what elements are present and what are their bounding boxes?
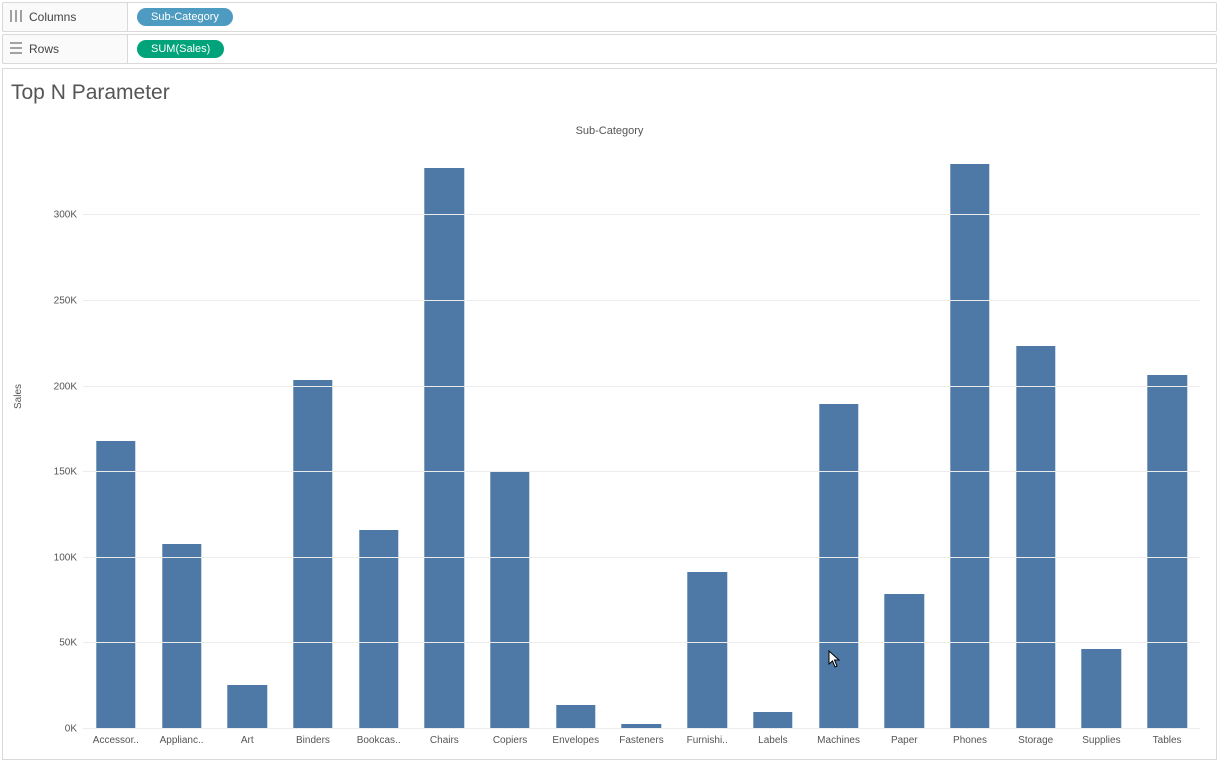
bar[interactable] <box>753 712 792 729</box>
gridline <box>83 471 1200 472</box>
gridline <box>83 642 1200 643</box>
x-axis-label: Labels <box>740 735 806 746</box>
x-axis-label: Tables <box>1134 735 1200 746</box>
x-axis-label: Paper <box>871 735 937 746</box>
x-axis-label: Machines <box>806 735 872 746</box>
x-axis-label: Art <box>214 735 280 746</box>
chart-title: Sub-Category <box>3 125 1216 137</box>
x-axis-label: Supplies <box>1069 735 1135 746</box>
bar[interactable] <box>359 530 398 729</box>
rows-shelf-label: Rows <box>2 34 128 64</box>
rows-label-text: Rows <box>29 42 59 56</box>
columns-shelf-label: Columns <box>2 2 128 32</box>
bar[interactable] <box>556 705 595 729</box>
plot-area[interactable]: Accessor..Applianc..ArtBindersBookcas..C… <box>83 147 1200 729</box>
gridline <box>83 386 1200 387</box>
y-axis-tick: 250K <box>54 296 77 307</box>
y-axis-tick: 150K <box>54 467 77 478</box>
y-axis-title: Sales <box>13 384 24 409</box>
bar[interactable] <box>1147 375 1186 729</box>
bar[interactable] <box>950 164 989 729</box>
x-axis-label: Bookcas.. <box>346 735 412 746</box>
y-axis-tick: 200K <box>54 381 77 392</box>
x-axis-label: Binders <box>280 735 346 746</box>
x-axis-label: Copiers <box>477 735 543 746</box>
gridline <box>83 214 1200 215</box>
y-axis-tick: 0K <box>65 724 77 735</box>
bar[interactable] <box>885 594 924 729</box>
bar[interactable] <box>425 168 464 729</box>
bar[interactable] <box>687 572 726 729</box>
x-axis-label: Applianc.. <box>149 735 215 746</box>
gridline <box>83 557 1200 558</box>
x-axis-label: Accessor.. <box>83 735 149 746</box>
x-axis-label: Furnishi.. <box>674 735 740 746</box>
columns-pill-subcategory[interactable]: Sub-Category <box>137 8 233 26</box>
columns-shelf[interactable]: Columns Sub-Category <box>2 2 1217 32</box>
bar[interactable] <box>1016 346 1055 729</box>
bar[interactable] <box>228 685 267 730</box>
columns-label-text: Columns <box>29 10 76 24</box>
bar[interactable] <box>1082 649 1121 729</box>
y-axis-tick: 300K <box>54 210 77 221</box>
bar[interactable] <box>490 472 529 729</box>
y-axis-tick: 50K <box>59 638 77 649</box>
gridline <box>83 728 1200 729</box>
bar[interactable] <box>293 380 332 729</box>
chart-view[interactable]: Top N Parameter Sub-Category Sales Acces… <box>2 68 1217 760</box>
x-axis-label: Phones <box>937 735 1003 746</box>
page-title: Top N Parameter <box>11 81 170 105</box>
rows-shelf[interactable]: Rows SUM(Sales) <box>2 34 1217 64</box>
bar[interactable] <box>162 544 201 729</box>
rows-pill-sum-sales[interactable]: SUM(Sales) <box>137 40 224 58</box>
y-axis-tick: 100K <box>54 552 77 563</box>
x-axis-label: Envelopes <box>543 735 609 746</box>
rows-icon <box>9 41 23 58</box>
bar[interactable] <box>96 441 135 729</box>
x-axis-label: Fasteners <box>609 735 675 746</box>
x-axis-label: Chairs <box>412 735 478 746</box>
bar[interactable] <box>819 404 858 729</box>
x-axis-label: Storage <box>1003 735 1069 746</box>
columns-icon <box>9 9 23 26</box>
gridline <box>83 300 1200 301</box>
